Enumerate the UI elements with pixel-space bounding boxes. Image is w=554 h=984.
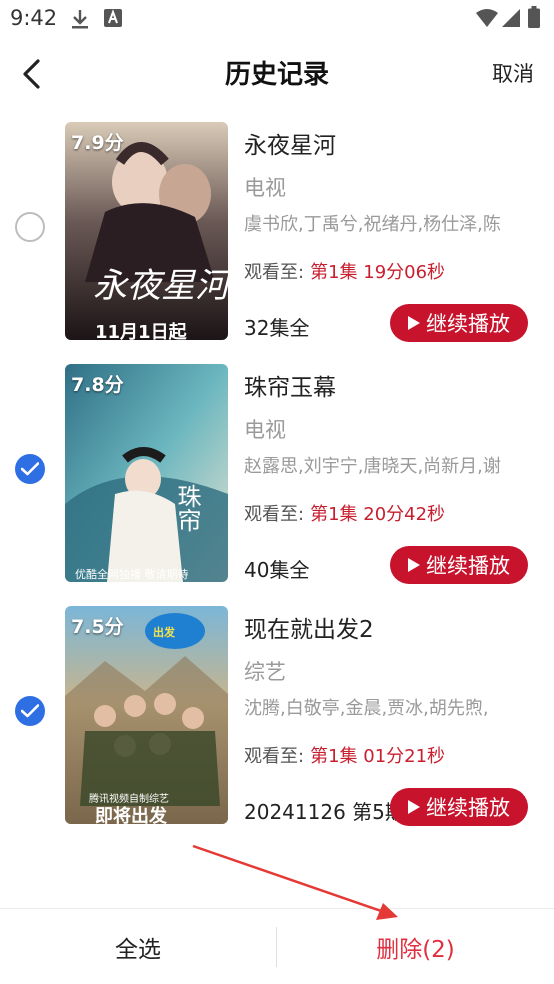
progress-label: 观看至:: [244, 746, 305, 767]
progress-value: 第1集 20分42秒: [310, 504, 446, 525]
signal-icon: [502, 9, 520, 31]
continue-play-label: 继续播放: [426, 312, 510, 336]
episode-count: 20241126 第5期: [244, 800, 405, 824]
select-all-button[interactable]: 全选: [0, 909, 276, 984]
item-title[interactable]: 现在就出发2: [244, 610, 374, 644]
play-icon: [408, 558, 420, 572]
poster-image[interactable]: 珠帘 优酷全网独播 敬请期待 7.8分: [65, 364, 228, 582]
header: 历史记录 取消: [0, 44, 554, 104]
item-category: 电视: [244, 418, 286, 442]
item-category: 电视: [244, 176, 286, 200]
checkmark-icon: [21, 462, 39, 476]
continue-play-button[interactable]: 继续播放: [390, 546, 528, 584]
play-icon: [408, 800, 420, 814]
page-title: 历史记录: [224, 60, 329, 90]
history-item[interactable]: 出发 腾讯视频自制综艺 即将出发 7.5分 现在就出发2 综艺 沈腾,白敬亭,金…: [0, 606, 554, 828]
continue-play-label: 继续播放: [426, 796, 510, 820]
progress-value: 第1集 19分06秒: [310, 262, 446, 283]
wifi-icon: [476, 9, 498, 31]
poster-image[interactable]: 永夜星河 11月1日起 7.9分: [65, 122, 228, 340]
progress-label: 观看至:: [244, 504, 305, 525]
svg-text:珠帘: 珠帘: [173, 484, 201, 532]
episode-count: 40集全: [244, 558, 310, 582]
cancel-button[interactable]: 取消: [492, 58, 534, 88]
score-badge: 7.5分: [71, 616, 124, 638]
battery-icon: [528, 6, 540, 32]
checkmark-icon: [21, 704, 39, 718]
continue-play-button[interactable]: 继续播放: [390, 788, 528, 826]
delete-button[interactable]: 删除(2): [277, 909, 554, 984]
bottom-action-bar: 全选 删除(2): [0, 908, 554, 984]
svg-text:优酷全网独播 敬请期待: 优酷全网独播 敬请期待: [75, 567, 189, 581]
progress-label: 观看至:: [244, 262, 305, 283]
item-title[interactable]: 珠帘玉幕: [244, 368, 336, 402]
continue-play-button[interactable]: 继续播放: [390, 304, 528, 342]
score-badge: 7.9分: [71, 132, 124, 154]
select-checkbox[interactable]: [15, 212, 45, 242]
svg-text:腾讯视频自制综艺: 腾讯视频自制综艺: [89, 792, 169, 805]
status-time: 9:42: [10, 6, 58, 30]
progress-value: 第1集 01分21秒: [310, 746, 446, 767]
watch-progress: 观看至: 第1集 01分21秒: [244, 742, 445, 768]
poster-image[interactable]: 出发 腾讯视频自制综艺 即将出发 7.5分: [65, 606, 228, 824]
select-checkbox[interactable]: [15, 454, 45, 484]
item-cast: 赵露思,刘宇宁,唐晓天,尚新月,谢: [244, 456, 501, 477]
episode-count: 32集全: [244, 316, 310, 340]
download-icon: [70, 8, 90, 34]
item-cast: 虞书欣,丁禹兮,祝绪丹,杨仕泽,陈: [244, 214, 501, 235]
watch-progress: 观看至: 第1集 19分06秒: [244, 258, 445, 284]
item-cast: 沈腾,白敬亭,金晨,贾冰,胡先煦,: [244, 698, 489, 719]
svg-text:即将出发: 即将出发: [95, 805, 168, 824]
score-badge: 7.8分: [71, 374, 124, 396]
item-category: 综艺: [244, 660, 286, 684]
play-icon: [408, 316, 420, 330]
continue-play-label: 继续播放: [426, 554, 510, 578]
watch-progress: 观看至: 第1集 20分42秒: [244, 500, 445, 526]
history-item[interactable]: 永夜星河 11月1日起 7.9分 永夜星河 电视 虞书欣,丁禹兮,祝绪丹,杨仕泽…: [0, 122, 554, 344]
a-icon: [104, 8, 122, 32]
select-checkbox[interactable]: [15, 696, 45, 726]
item-title[interactable]: 永夜星河: [244, 126, 336, 160]
svg-text:出发: 出发: [153, 625, 176, 639]
svg-text:11月1日起: 11月1日起: [95, 321, 188, 340]
svg-text:永夜星河: 永夜星河: [93, 266, 228, 306]
history-item[interactable]: 珠帘 优酷全网独播 敬请期待 7.8分 珠帘玉幕 电视 赵露思,刘宇宁,唐晓天,…: [0, 364, 554, 586]
status-bar: 9:42: [0, 0, 554, 38]
